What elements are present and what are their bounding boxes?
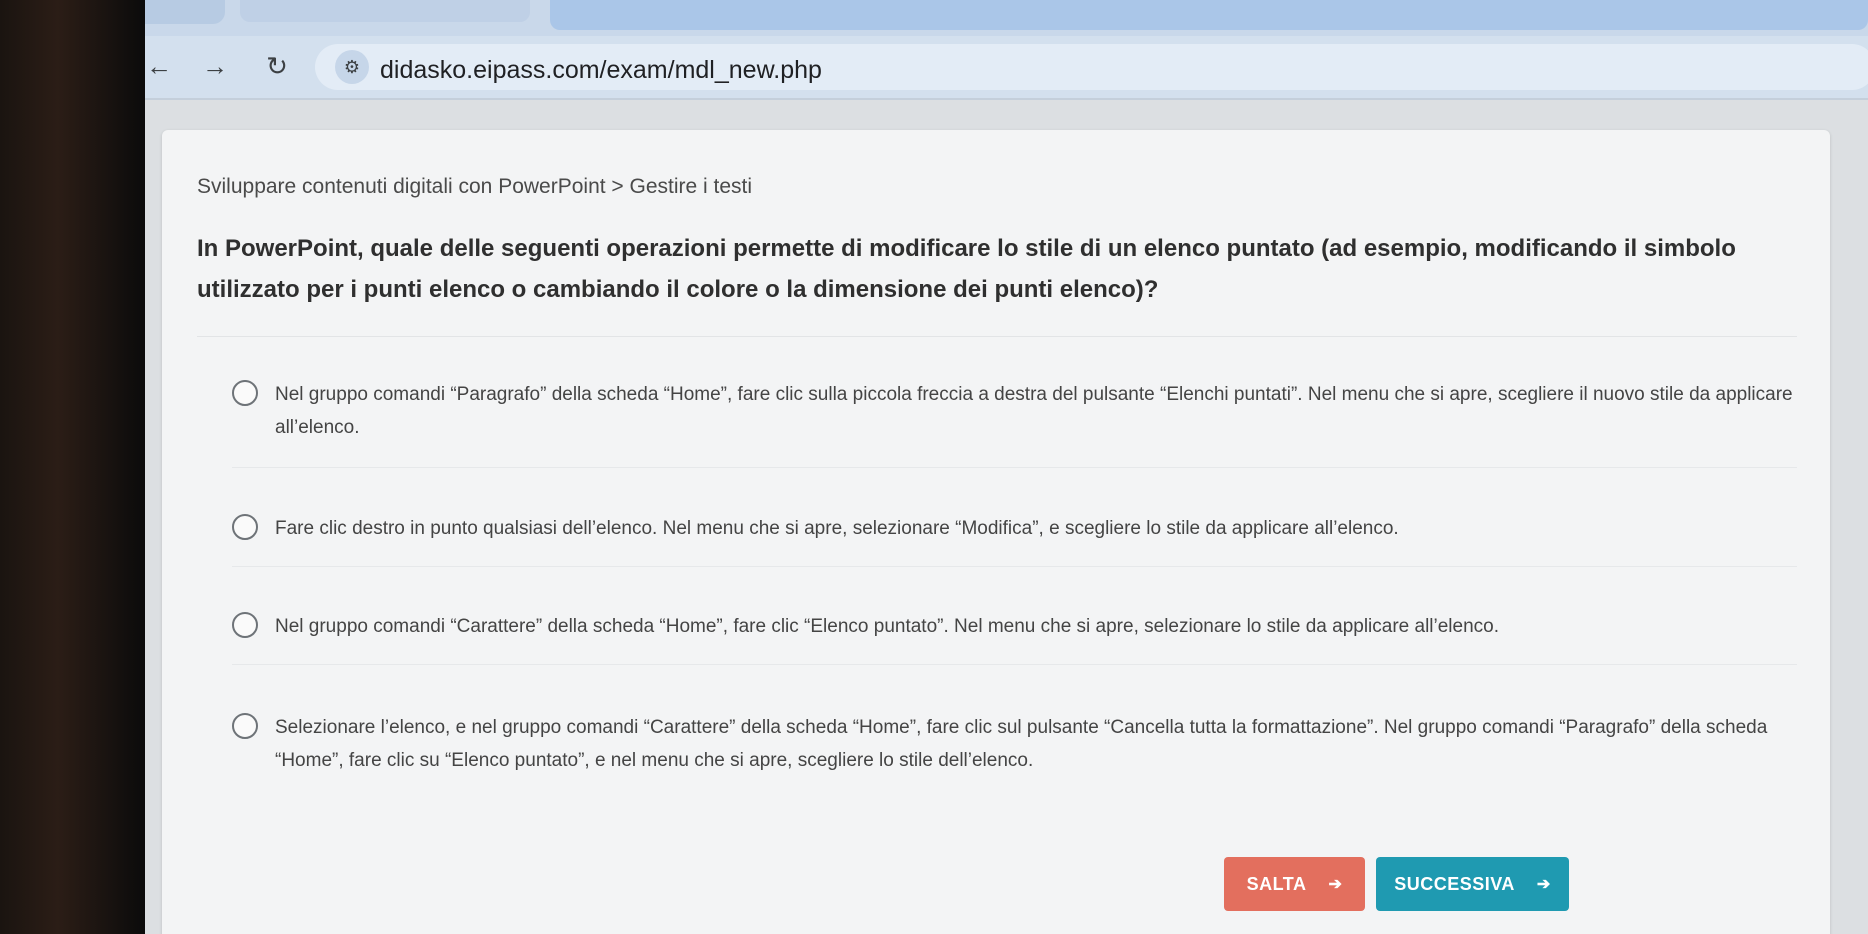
radio-button[interactable] — [232, 380, 258, 406]
arrow-right-icon: ➔ — [1536, 876, 1551, 893]
tab-active[interactable] — [550, 0, 1868, 30]
divider — [232, 664, 1797, 665]
next-label: SUCCESSIVA — [1394, 873, 1515, 894]
divider — [232, 566, 1797, 567]
page-content: Sviluppare contenuti digitali con PowerP… — [145, 100, 1868, 934]
radio-button[interactable] — [232, 514, 258, 540]
answer-option-label[interactable]: Selezionare l’elenco, e nel gruppo coman… — [275, 711, 1795, 777]
radio-button[interactable] — [232, 713, 258, 739]
answer-option-label[interactable]: Fare clic destro in punto qualsiasi dell… — [275, 512, 1795, 545]
answer-option-label[interactable]: Nel gruppo comandi “Carattere” della sch… — [275, 610, 1795, 643]
forward-icon[interactable]: → — [199, 50, 231, 82]
monitor-bezel — [0, 0, 145, 934]
next-button[interactable]: SUCCESSIVA ➔ — [1376, 857, 1569, 911]
question-card: Sviluppare contenuti digitali con PowerP… — [162, 130, 1830, 934]
reload-icon[interactable]: ↻ — [261, 50, 293, 82]
browser-toolbar: ← → ↻ ⚙ didasko.eipass.com/exam/mdl_new.… — [145, 36, 1868, 100]
skip-label: SALTA — [1246, 873, 1307, 894]
answer-option-label[interactable]: Nel gruppo comandi “Paragrafo” della sch… — [275, 378, 1795, 444]
skip-button[interactable]: SALTA ➔ — [1224, 857, 1365, 911]
tab-inactive[interactable] — [240, 0, 530, 22]
site-info-icon[interactable]: ⚙ — [335, 50, 369, 84]
back-icon[interactable]: ← — [143, 50, 175, 82]
divider — [197, 336, 1797, 337]
arrow-right-icon: ➔ — [1328, 876, 1343, 893]
browser-window: ← → ↻ ⚙ didasko.eipass.com/exam/mdl_new.… — [145, 0, 1868, 934]
question-text: In PowerPoint, quale delle seguenti oper… — [197, 235, 1736, 303]
tab-strip — [145, 0, 1868, 36]
tab-pinned[interactable] — [145, 0, 225, 24]
breadcrumb: Sviluppare contenuti digitali con PowerP… — [197, 175, 753, 198]
radio-button[interactable] — [232, 612, 258, 638]
address-bar[interactable]: ⚙ didasko.eipass.com/exam/mdl_new.php — [315, 44, 1868, 90]
url-text[interactable]: didasko.eipass.com/exam/mdl_new.php — [380, 56, 822, 85]
divider — [232, 467, 1797, 468]
